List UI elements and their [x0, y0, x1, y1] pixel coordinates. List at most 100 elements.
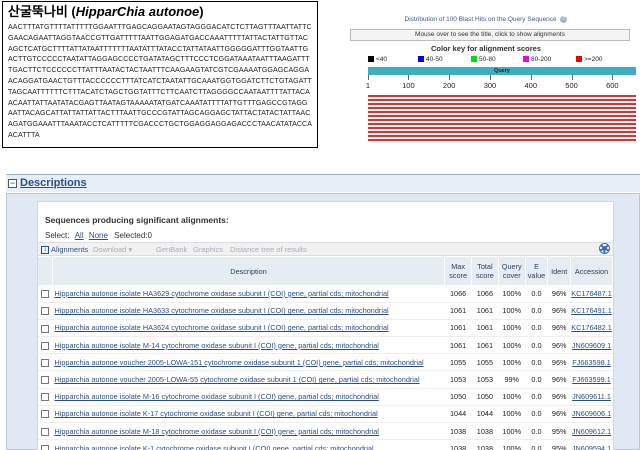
row-checkbox[interactable]: [38, 336, 53, 355]
row-accession[interactable]: KC176482.1: [570, 319, 613, 338]
row-max-score: 1061: [444, 319, 472, 338]
selected-count: Selected:0: [114, 231, 152, 240]
row-accession[interactable]: JN609611.1: [570, 388, 613, 406]
header-accession[interactable]: Accession: [570, 257, 613, 285]
header-ident[interactable]: Ident: [547, 257, 572, 285]
row-max-score: 1050: [444, 388, 472, 406]
gear-icon[interactable]: [599, 243, 610, 254]
row-ident: 96%: [547, 370, 571, 389]
hit-bar[interactable]: [368, 131, 636, 134]
table-row: Hipparchia autonoe voucher 2005-LOWA-55 …: [38, 370, 613, 389]
row-checkbox[interactable]: [38, 388, 53, 406]
blast-hit-distribution: Distribution of 100 Blast Hits on the Qu…: [330, 15, 642, 143]
header-description[interactable]: Description: [52, 257, 446, 285]
header-query-cover[interactable]: Query cover: [498, 257, 526, 285]
row-description[interactable]: Hipparchia autonoe voucher 2005-LOWA-55 …: [52, 370, 445, 389]
row-max-score: 1055: [444, 353, 472, 372]
row-e-value: 0.0: [525, 405, 548, 424]
row-accession[interactable]: JN609609.1: [570, 336, 613, 355]
mouseover-hint: Mouse over to see the title, click to sh…: [350, 29, 630, 41]
row-e-value: 0.0: [525, 302, 548, 320]
descriptions-content: Sequences producing significant alignmen…: [37, 201, 614, 450]
table-row: Hipparchia autonoe isolate HA3624 cytoch…: [38, 319, 613, 338]
row-query-cover: 100%: [498, 422, 526, 441]
row-ident: 96%: [547, 388, 571, 406]
legend-swatch: [523, 56, 529, 63]
genbank-button[interactable]: GenBank: [156, 243, 187, 256]
row-total-score: 1061: [471, 336, 499, 355]
graphics-button[interactable]: Graphics: [193, 243, 223, 256]
row-description[interactable]: Hipparchia autonoe isolate M-16 cytochro…: [52, 388, 445, 406]
row-total-score: 1061: [471, 302, 499, 320]
row-description[interactable]: Hipparchia autonoe isolate HA3629 cytoch…: [52, 285, 445, 303]
table-row: Hipparchia autonoe isolate M-14 cytochro…: [38, 336, 613, 355]
row-accession[interactable]: JN609594.1: [570, 439, 613, 450]
row-checkbox[interactable]: [38, 370, 53, 389]
row-description[interactable]: Hipparchia autonoe isolate M-18 cytochro…: [52, 422, 445, 441]
legend-entry: 80-200: [523, 55, 551, 64]
row-checkbox[interactable]: [38, 405, 53, 424]
score-color-legend: <40 40-50 50-80 80-200 >=200: [368, 55, 642, 65]
legend-label: 80-200: [531, 56, 552, 63]
distance-tree-button[interactable]: Distance tree of results: [230, 243, 307, 256]
hit-bars[interactable]: [368, 95, 636, 143]
row-checkbox[interactable]: [38, 319, 53, 338]
row-e-value: 0.0: [525, 285, 548, 303]
row-max-score: 1038: [444, 422, 472, 441]
row-checkbox[interactable]: [38, 439, 53, 450]
row-accession[interactable]: KC176487.1: [570, 285, 613, 303]
header-e-value[interactable]: E value: [525, 257, 549, 285]
row-accession[interactable]: JN609612.1: [570, 422, 613, 441]
legend-swatch: [368, 56, 374, 63]
row-e-value: 0.0: [525, 388, 548, 406]
help-icon[interactable]: ?: [560, 15, 568, 23]
row-accession[interactable]: JN609606.1: [570, 405, 613, 424]
alignments-button[interactable]: ↕ Alignments: [41, 243, 88, 256]
row-description[interactable]: Hipparchia autonoe isolate K-1 cytochrom…: [52, 439, 445, 450]
row-description[interactable]: Hipparchia autonoe isolate HA3624 cytoch…: [52, 319, 445, 338]
row-e-value: 0.0: [525, 439, 548, 450]
row-query-cover: 100%: [498, 285, 526, 303]
hit-bar[interactable]: [368, 95, 636, 98]
row-checkbox[interactable]: [38, 285, 53, 303]
row-e-value: 0.0: [525, 353, 548, 372]
select-all-link[interactable]: All: [75, 231, 84, 240]
select-none-link[interactable]: None: [89, 231, 108, 240]
row-description[interactable]: Hipparchia autonoe isolate K-17 cytochro…: [52, 405, 445, 424]
descriptions-link[interactable]: Descriptions: [20, 177, 87, 189]
download-button[interactable]: Download ▾: [93, 243, 132, 256]
hit-bar[interactable]: [368, 139, 636, 142]
row-ident: 96%: [547, 336, 571, 355]
row-checkbox[interactable]: [38, 302, 53, 320]
row-description[interactable]: Hipparchia autonoe isolate M-14 cytochro…: [52, 336, 445, 355]
axis-tick-label: 500: [565, 81, 578, 90]
hit-bar[interactable]: [368, 135, 636, 138]
header-max-score[interactable]: Max score: [444, 257, 472, 285]
row-description[interactable]: Hipparchia autonoe isolate HA3633 cytoch…: [52, 302, 445, 320]
hit-bar[interactable]: [368, 123, 636, 126]
row-accession[interactable]: KC176491.1: [570, 302, 613, 320]
hit-bar[interactable]: [368, 99, 636, 102]
hit-bar[interactable]: [368, 115, 636, 118]
hit-bar[interactable]: [368, 107, 636, 110]
alignments-label: Alignments: [51, 245, 89, 254]
row-accession[interactable]: FJ663598.1: [570, 353, 613, 372]
query-bar: Query: [368, 67, 636, 75]
row-checkbox[interactable]: [38, 422, 53, 441]
hit-bar[interactable]: [368, 119, 636, 122]
row-query-cover: 100%: [498, 388, 526, 406]
row-ident: 96%: [547, 285, 571, 303]
query-sequence-box: 산굴뚝나비 (HipparChia autonoe) AACTTTATGTTTT…: [2, 1, 318, 148]
row-description[interactable]: Hipparchia autonoe voucher 2005-LOWA-151…: [52, 353, 445, 372]
header-total-score[interactable]: Total score: [471, 257, 499, 285]
collapse-toggle-icon[interactable]: −: [8, 179, 17, 188]
row-query-cover: 100%: [498, 439, 526, 450]
table-header-row: Description Max score Total score Query …: [38, 257, 613, 285]
row-accession[interactable]: FJ663599.1: [570, 370, 613, 389]
hit-bar[interactable]: [368, 127, 636, 130]
row-checkbox[interactable]: [38, 353, 53, 372]
legend-swatch: [576, 56, 582, 63]
hit-bar[interactable]: [368, 103, 636, 106]
row-ident: 96%: [547, 405, 571, 424]
hit-bar[interactable]: [368, 111, 636, 114]
